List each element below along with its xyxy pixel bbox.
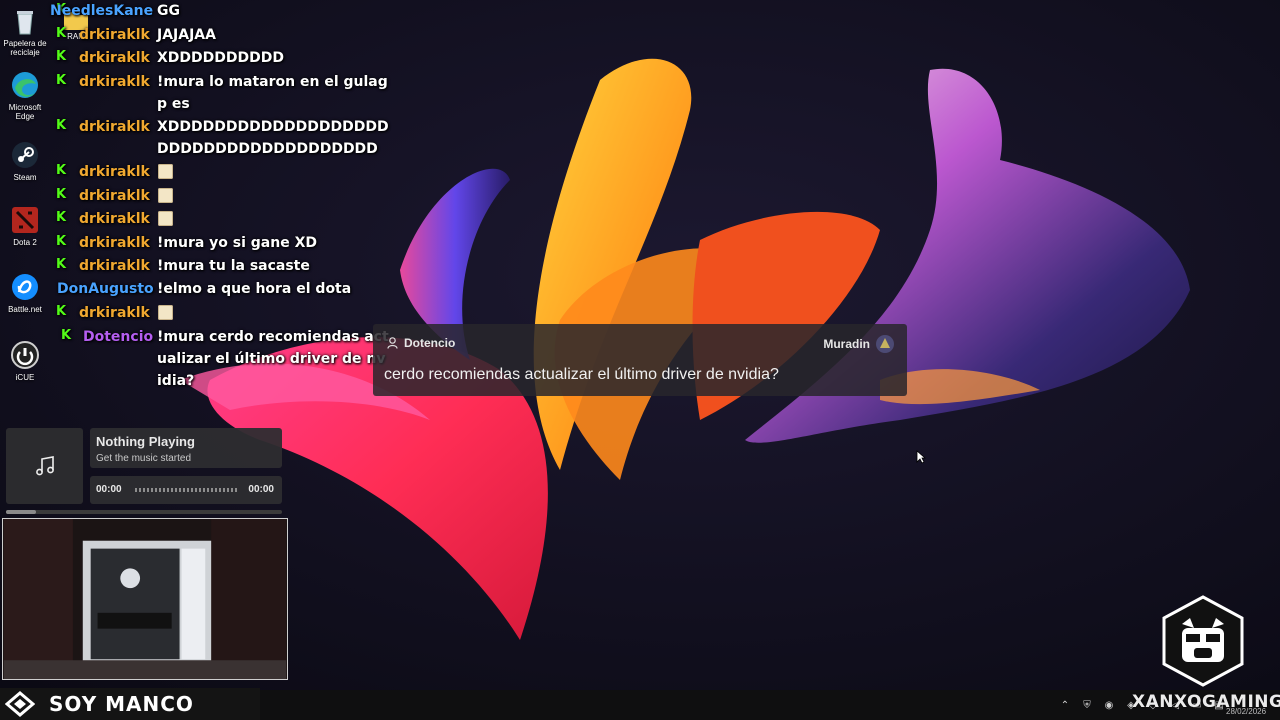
kick-badge-icon: K bbox=[56, 234, 67, 249]
chat-text: XDDDDDDDDDDDDDDDDDDDDDDDDDDDDDDDDDDDDDDD bbox=[157, 119, 389, 179]
stream-branding-bar: SOY MANCO bbox=[0, 688, 260, 720]
user-icon bbox=[387, 337, 398, 349]
windows-taskbar: ⌃ ⛨ ◉ ◈ ◇ ◁ ▭ ▤ bbox=[260, 690, 1280, 720]
time-total: 00:00 bbox=[248, 484, 274, 495]
chat-text: XDDDDDDDDDD bbox=[157, 50, 285, 66]
track-timeline: 00:00 00:00 bbox=[90, 476, 282, 504]
kick-badge-icon: K bbox=[56, 210, 67, 225]
chat-text: !elmo a que hora el dota bbox=[157, 281, 352, 297]
time-current: 00:00 bbox=[96, 484, 122, 495]
desktop-icon-battlenet[interactable]: Battle.net bbox=[2, 272, 48, 314]
kick-badge-icon: K bbox=[56, 257, 67, 272]
chat-username[interactable]: drkiraklk bbox=[79, 302, 150, 324]
chat-username[interactable]: drkiraklk bbox=[79, 71, 150, 93]
mouse-cursor-icon bbox=[916, 450, 926, 464]
chat-emote-icon bbox=[158, 305, 173, 320]
chat-highlight-alert: Dotencio Muradin cerdo recomiendas actua… bbox=[373, 324, 907, 396]
chat-text: !mura cerdo recomiendas actualizar el úl… bbox=[157, 329, 389, 389]
battlenet-icon bbox=[12, 274, 38, 300]
recycle-bin-icon bbox=[17, 11, 33, 35]
desktop-icon-steam[interactable]: Steam bbox=[2, 140, 48, 182]
brand-logo-icon bbox=[0, 688, 40, 720]
kick-badge-icon: K bbox=[61, 328, 72, 343]
chat-text: GG bbox=[157, 3, 180, 19]
chat-username[interactable]: drkiraklk bbox=[79, 47, 150, 69]
chat-username[interactable]: DonAugusto bbox=[57, 278, 154, 300]
shield-icon[interactable]: ⛨ bbox=[1076, 690, 1098, 720]
album-art bbox=[6, 428, 83, 504]
desktop-icon-label: Papelera de reciclaje bbox=[3, 39, 47, 57]
icue-icon bbox=[11, 341, 39, 369]
chat-username[interactable]: drkiraklk bbox=[79, 116, 150, 138]
kick-badge-icon: K bbox=[56, 187, 67, 202]
alert-username: Dotencio bbox=[404, 336, 456, 350]
stream-title: SOY MANCO bbox=[49, 692, 194, 716]
kick-badge-icon: K bbox=[56, 49, 67, 64]
chat-username[interactable]: drkiraklk bbox=[79, 185, 150, 207]
music-progress-bar bbox=[6, 510, 282, 514]
steam-icon bbox=[12, 142, 38, 168]
mascot-logo-icon bbox=[1162, 595, 1244, 687]
chat-text: !mura yo si gane XD bbox=[157, 235, 318, 251]
desktop-icon-label: Steam bbox=[13, 173, 37, 182]
chevron-up-icon[interactable]: ⌃ bbox=[1054, 690, 1076, 720]
alert-message: cerdo recomiendas actualizar el último d… bbox=[384, 366, 779, 383]
desktop-icon-edge[interactable]: Microsoft Edge bbox=[2, 70, 48, 121]
chat-text: !mura tu la sacaste bbox=[157, 258, 310, 274]
chat-username[interactable]: Dotencio bbox=[83, 326, 153, 348]
chat-username[interactable]: drkiraklk bbox=[79, 161, 150, 183]
desktop-icon-label: iCUE bbox=[15, 373, 35, 382]
music-progress-fill bbox=[6, 510, 37, 514]
chat-username[interactable]: drkiraklk bbox=[79, 232, 150, 254]
kick-badge-icon: K bbox=[56, 26, 67, 41]
desktop-icon-label: Dota 2 bbox=[13, 238, 37, 247]
seek-bar[interactable] bbox=[135, 488, 239, 492]
chat-username[interactable]: NeedlesKane bbox=[50, 0, 153, 22]
chat-text: !mura lo mataron en el gulagp es bbox=[157, 74, 388, 112]
chat-username[interactable]: drkiraklk bbox=[79, 255, 150, 277]
chat-emote-icon bbox=[158, 188, 173, 203]
alert-moderator: Muradin bbox=[823, 334, 895, 354]
webcam-feed bbox=[2, 518, 288, 680]
chat-text: JAJAJAA bbox=[157, 27, 216, 43]
alert-moderator-name: Muradin bbox=[823, 337, 870, 351]
desktop-icon-dota2[interactable]: Dota 2 bbox=[2, 205, 48, 247]
track-title: Nothing Playing bbox=[96, 434, 195, 449]
dota2-icon bbox=[12, 207, 38, 233]
alert-user: Dotencio bbox=[387, 336, 455, 350]
chat-username[interactable]: drkiraklk bbox=[79, 24, 150, 46]
kick-badge-icon: K bbox=[56, 118, 67, 133]
desktop-icon-recycle-bin[interactable]: Papelera de reciclaje bbox=[2, 6, 48, 57]
kick-badge-icon: K bbox=[56, 73, 67, 88]
chat-emote-icon bbox=[158, 164, 173, 179]
kick-badge-icon: K bbox=[56, 163, 67, 178]
security-icon[interactable]: ◉ bbox=[1098, 690, 1120, 720]
clock-date[interactable]: 28/02/2026 bbox=[1226, 707, 1266, 716]
music-widget: Nothing Playing Get the music started 00… bbox=[6, 428, 282, 516]
kick-badge-icon: K bbox=[56, 304, 67, 319]
desktop-icon-label: Battle.net bbox=[8, 305, 42, 314]
music-note-icon bbox=[35, 456, 54, 476]
chat-username[interactable]: drkiraklk bbox=[79, 208, 150, 230]
desktop-icon-icue[interactable]: iCUE bbox=[2, 340, 48, 382]
moderator-avatar-icon bbox=[876, 335, 894, 353]
chat-emote-icon bbox=[158, 211, 173, 226]
edge-icon bbox=[12, 72, 38, 98]
track-subtitle: Get the music started bbox=[96, 453, 192, 464]
track-info: Nothing Playing Get the music started bbox=[90, 428, 282, 468]
desktop-icon-label: Microsoft Edge bbox=[8, 103, 42, 121]
